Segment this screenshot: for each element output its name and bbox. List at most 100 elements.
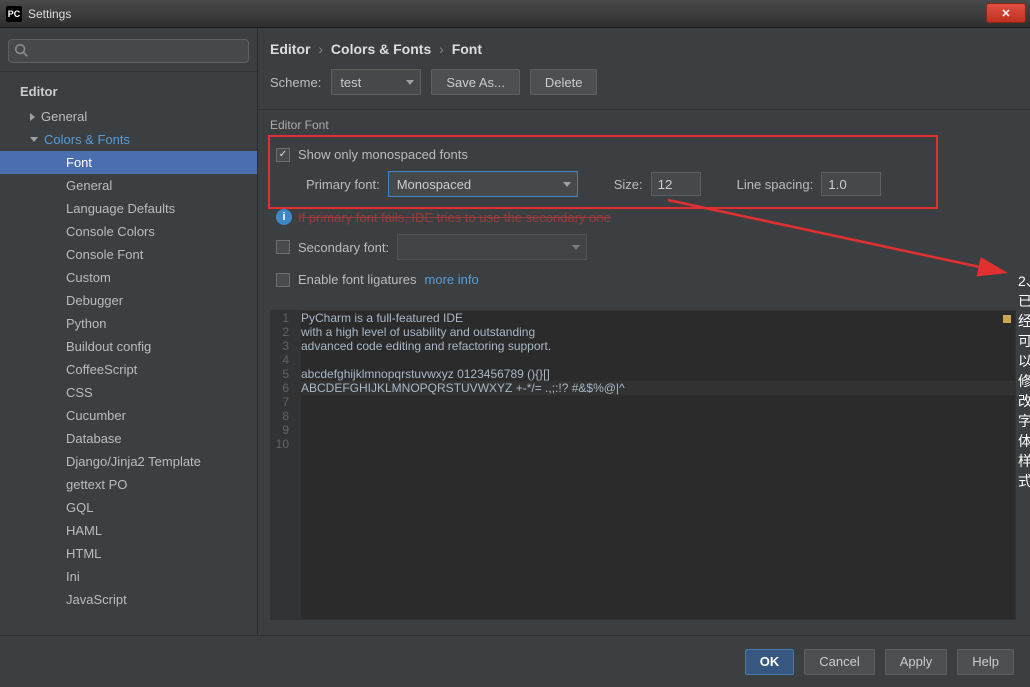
scheme-select[interactable]: test <box>331 69 421 95</box>
tree-item-label: Language Defaults <box>66 201 175 216</box>
secondary-font-select[interactable] <box>397 234 587 260</box>
tree-item[interactable]: CoffeeScript <box>0 358 257 381</box>
secondary-font-label: Secondary font: <box>298 240 389 255</box>
line-number: 7 <box>271 395 295 409</box>
tree-item[interactable]: Python <box>0 312 257 335</box>
tree-item[interactable]: General <box>0 105 257 128</box>
primary-font-label: Primary font: <box>306 177 380 192</box>
search-input[interactable] <box>8 39 249 63</box>
tree-item[interactable]: HAML <box>0 519 257 542</box>
tree-item[interactable]: Language Defaults <box>0 197 257 220</box>
tree-item[interactable]: Ini <box>0 565 257 588</box>
tree-item-label: CoffeeScript <box>66 362 137 377</box>
tree-item[interactable]: gettext PO <box>0 473 257 496</box>
tree-item-label: gettext PO <box>66 477 127 492</box>
code-text <box>295 395 301 409</box>
tree-item[interactable]: Custom <box>0 266 257 289</box>
settings-tree: Editor General Colors & Fonts Font General L… <box>0 72 257 635</box>
breadcrumb-a[interactable]: Editor <box>270 41 310 57</box>
tree-section-editor[interactable]: Editor <box>0 76 257 105</box>
titlebar: PC Settings ✕ <box>0 0 1030 28</box>
scheme-value: test <box>340 75 361 90</box>
editor-font-title: Editor Font <box>258 110 1030 134</box>
show-monospaced-checkbox[interactable]: ✓ <box>276 148 290 162</box>
tree-item[interactable]: Buildout config <box>0 335 257 358</box>
close-button[interactable]: ✕ <box>986 3 1026 23</box>
secondary-font-checkbox[interactable] <box>276 240 290 254</box>
tree-item[interactable]: Console Font <box>0 243 257 266</box>
chevron-right-icon <box>30 113 35 121</box>
primary-font-value: Monospaced <box>397 177 471 192</box>
show-monospaced-label: Show only monospaced fonts <box>298 147 468 162</box>
tree-item-label: JavaScript <box>66 592 127 607</box>
breadcrumb-b[interactable]: Colors & Fonts <box>331 41 431 57</box>
tree-item-label: Cucumber <box>66 408 126 423</box>
cancel-button[interactable]: Cancel <box>804 649 874 675</box>
tree-item-label: Buildout config <box>66 339 151 354</box>
code-text: abcdefghijklmnopqrstuvwxyz 0123456789 ()… <box>295 367 550 381</box>
preview-line: 4 <box>271 353 1015 367</box>
tree-item-label: GQL <box>66 500 93 515</box>
code-text <box>295 423 301 437</box>
code-text: ABCDEFGHIJKLMNOPQRSTUVWXYZ +-*/= .,;:!? … <box>295 381 625 395</box>
code-text <box>295 437 301 451</box>
tree-item[interactable]: Debugger <box>0 289 257 312</box>
tree-item-label: HTML <box>66 546 101 561</box>
ok-button[interactable]: OK <box>745 649 795 675</box>
font-preview: 1PyCharm is a full-featured IDE2with a h… <box>270 310 1016 620</box>
code-text: advanced code editing and refactoring su… <box>295 339 551 353</box>
line-number: 8 <box>271 409 295 423</box>
tree-item[interactable]: Database <box>0 427 257 450</box>
help-button[interactable]: Help <box>957 649 1014 675</box>
app-logo: PC <box>6 6 22 22</box>
preview-line: 7 <box>271 395 1015 409</box>
main-panel: Editor › Colors & Fonts › Font Scheme: t… <box>258 28 1030 635</box>
breadcrumb: Editor › Colors & Fonts › Font <box>258 28 1030 63</box>
ligatures-label: Enable font ligatures <box>298 272 417 287</box>
tree-item[interactable]: Django/Jinja2 Template <box>0 450 257 473</box>
dialog-footer: OK Cancel Apply Help <box>0 635 1030 687</box>
tree-item[interactable]: Font <box>0 151 257 174</box>
tree-item-label: Django/Jinja2 Template <box>66 454 201 469</box>
tree-item[interactable]: CSS <box>0 381 257 404</box>
chevron-right-icon: › <box>439 41 444 57</box>
preview-line: 8 <box>271 409 1015 423</box>
preview-line: 5abcdefghijklmnopqrstuvwxyz 0123456789 (… <box>271 367 1015 381</box>
tree-item[interactable]: Console Colors <box>0 220 257 243</box>
tree-item[interactable]: Colors & Fonts <box>0 128 257 151</box>
preview-line: 1PyCharm is a full-featured IDE <box>271 311 1015 325</box>
tree-item-label: Database <box>66 431 122 446</box>
tree-item-label: Colors & Fonts <box>44 132 130 147</box>
tree-item[interactable]: JavaScript <box>0 588 257 611</box>
save-as-button[interactable]: Save As... <box>431 69 520 95</box>
tree-item[interactable]: GQL <box>0 496 257 519</box>
line-number: 9 <box>271 423 295 437</box>
preview-line: 2with a high level of usability and outs… <box>271 325 1015 339</box>
line-number: 5 <box>271 367 295 381</box>
scheme-label: Scheme: <box>270 75 321 90</box>
size-input[interactable] <box>651 172 701 196</box>
delete-button[interactable]: Delete <box>530 69 598 95</box>
line-number: 6 <box>271 381 295 395</box>
chevron-down-icon <box>572 245 580 250</box>
line-number: 3 <box>271 339 295 353</box>
tree-item[interactable]: HTML <box>0 542 257 565</box>
line-spacing-input[interactable] <box>821 172 881 196</box>
more-info-link[interactable]: more info <box>425 272 479 287</box>
chevron-down-icon <box>406 80 414 85</box>
primary-font-select[interactable]: Monospaced <box>388 171 578 197</box>
search-icon <box>14 43 28 57</box>
code-text: PyCharm is a full-featured IDE <box>295 311 463 325</box>
close-icon: ✕ <box>1001 7 1010 20</box>
annotation-text: 2、已经可以修改字体样式 <box>1018 271 1030 491</box>
sidebar: Editor General Colors & Fonts Font General L… <box>0 28 258 635</box>
preview-line: 6ABCDEFGHIJKLMNOPQRSTUVWXYZ +-*/= .,;:!?… <box>271 381 1015 395</box>
code-text <box>295 409 301 423</box>
tree-item[interactable]: Cucumber <box>0 404 257 427</box>
ligatures-checkbox[interactable] <box>276 273 290 287</box>
tree-item[interactable]: General <box>0 174 257 197</box>
line-number: 4 <box>271 353 295 367</box>
apply-button[interactable]: Apply <box>885 649 948 675</box>
preview-line: 3advanced code editing and refactoring s… <box>271 339 1015 353</box>
tree-item-label: General <box>66 178 112 193</box>
